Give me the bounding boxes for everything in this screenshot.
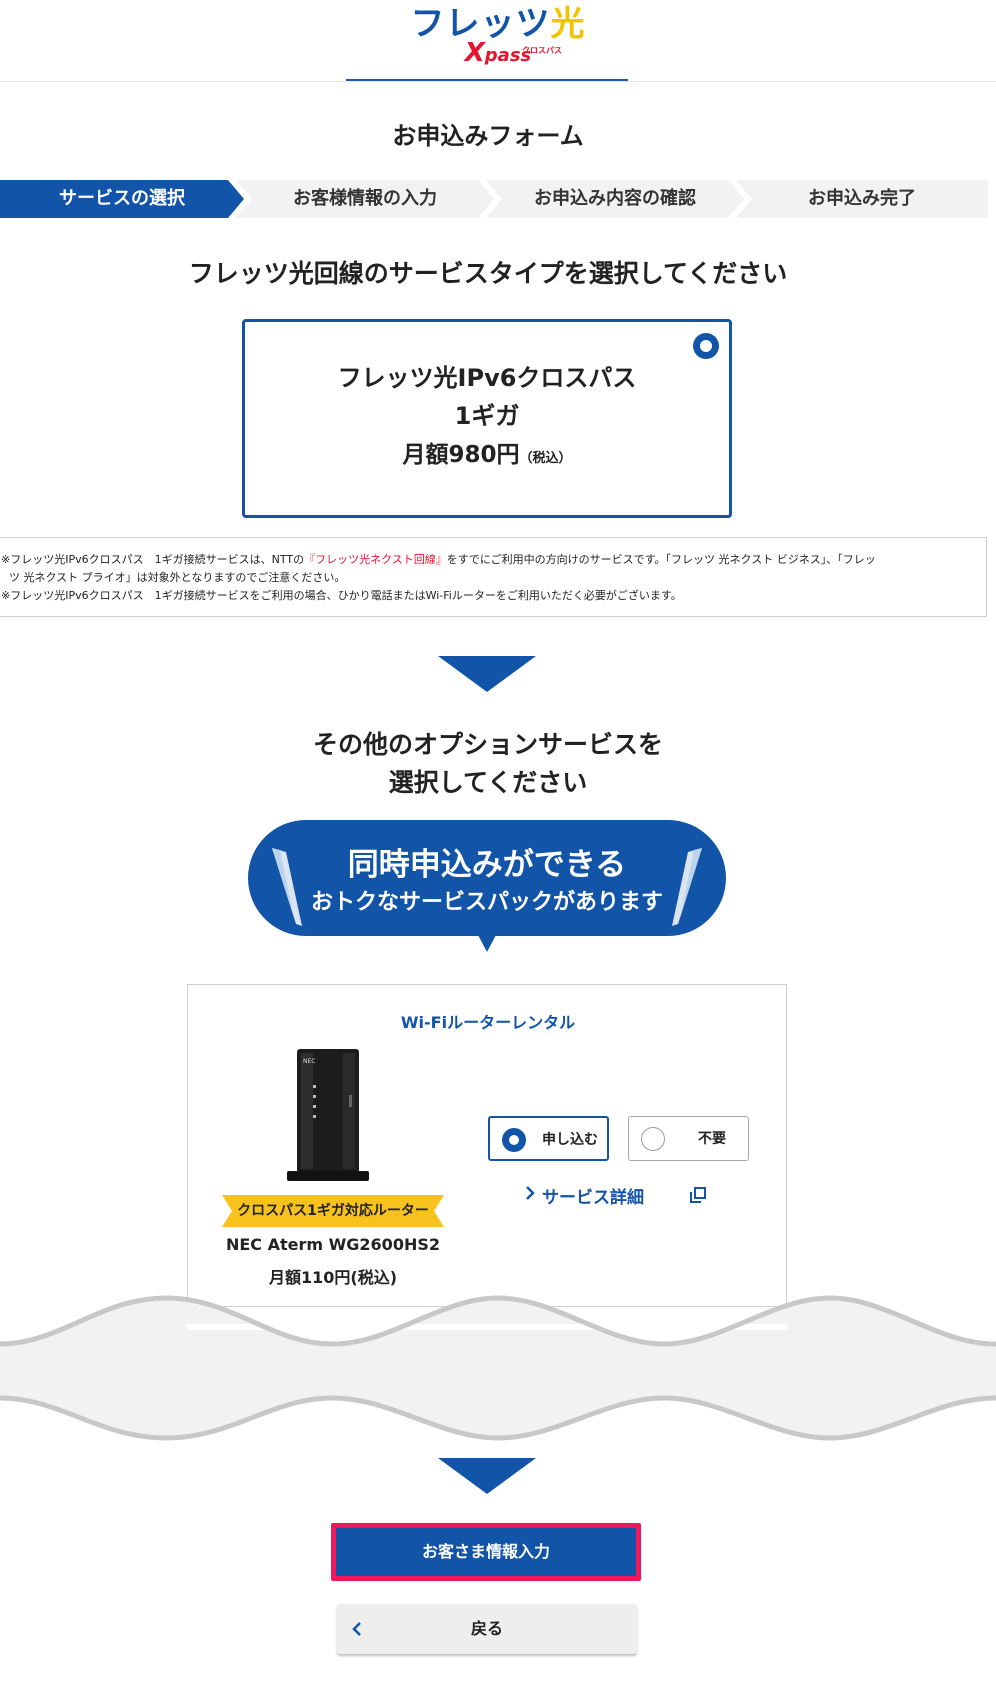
plan-speed: 1ギガ xyxy=(454,402,520,430)
header-underline xyxy=(346,79,628,81)
step-label: お客様情報の入力 xyxy=(293,188,437,209)
router-price: 月額110円(税込) xyxy=(268,1268,398,1287)
note-line: ※フレッツ光IPv6クロスパス 1ギガ接続サービスをご利用の場合、ひかり電話また… xyxy=(1,589,682,602)
plan-radio-selected-icon[interactable] xyxy=(693,333,719,359)
down-arrow-icon xyxy=(438,1458,536,1494)
plan-price: 月額980円（税込） xyxy=(402,442,572,468)
router-model: NEC Aterm WG2600HS2 xyxy=(225,1235,440,1254)
step-service-selection: サービスの選択 xyxy=(0,180,244,218)
apply-choice-button[interactable]: 申し込む xyxy=(488,1116,609,1161)
not-needed-choice-button[interactable]: 不要 xyxy=(628,1116,749,1161)
back-button[interactable]: 戻る xyxy=(337,1604,637,1654)
external-link-icon xyxy=(690,1187,706,1203)
site-header: フレッツ光 Xpass クロスパス xyxy=(0,0,996,82)
wifi-router-image: NEC xyxy=(287,1049,369,1181)
step-customer-info: お客様情報の入力 xyxy=(236,180,494,218)
router-badge-label: クロスパス1ギガ対応ルーター xyxy=(237,1203,429,1219)
step-label: サービスの選択 xyxy=(59,188,185,209)
note-line: ※フレッツ光IPv6クロスパス 1ギガ接続サービスは、NTTの『フレッツ光ネクス… xyxy=(1,553,876,566)
svg-text:NEC: NEC xyxy=(303,1058,315,1065)
radio-empty-icon xyxy=(641,1127,665,1151)
page-title: お申込みフォーム xyxy=(392,122,584,150)
radio-selected-icon xyxy=(502,1128,526,1152)
service-detail-link[interactable]: サービス詳細 xyxy=(526,1183,706,1208)
service-notes: ※フレッツ光IPv6クロスパス 1ギガ接続サービスは、NTTの『フレッツ光ネクス… xyxy=(0,537,987,617)
step-complete: お申込み完了 xyxy=(736,180,988,218)
logo-main-text: フレッツ光 xyxy=(410,4,586,44)
service-type-heading: フレッツ光回線のサービスタイプを選択してください xyxy=(188,259,788,288)
note-line: ツ 光ネクスト プライオ」は対象外となりますのでご注意ください。 xyxy=(9,571,346,584)
step-progress-bar: サービスの選択 お客様情報の入力 お申込み内容の確認 お申込み完了 xyxy=(0,180,988,218)
wavy-cutoff-divider xyxy=(0,1295,996,1441)
chevron-right-icon xyxy=(526,1186,535,1200)
flets-hikari-xpass-logo[interactable]: フレッツ光 Xpass クロスパス xyxy=(0,4,996,67)
step-confirm: お申込み内容の確認 xyxy=(486,180,744,218)
customer-info-input-button[interactable]: お客さま情報入力 xyxy=(331,1523,641,1581)
logo-sub-text: Xpass クロスパス xyxy=(464,38,562,68)
down-arrow-icon xyxy=(438,656,536,692)
bubble-subline: おトクなサービスパックがあります xyxy=(310,890,663,915)
plan-option-card[interactable]: フレッツ光IPv6クロスパス 1ギガ 月額980円（税込） xyxy=(242,319,732,518)
chevron-left-icon xyxy=(352,1622,361,1636)
step-label: お申込み内容の確認 xyxy=(534,188,696,209)
service-pack-bubble: 同時申込みができる おトクなサービスパックがあります xyxy=(246,818,728,952)
option-service-heading: その他のオプションサービスを 選択してください xyxy=(312,730,663,797)
step-label: お申込み完了 xyxy=(808,188,916,209)
plan-name: フレッツ光IPv6クロスパス xyxy=(337,364,637,392)
next-line-link[interactable]: 『フレッツ光ネクスト回線』 xyxy=(304,553,447,566)
wifi-router-option-card: Wi-Fiルーターレンタル NEC クロスパス1ギガ対応ルーター NEC Ate… xyxy=(187,984,787,1307)
bubble-headline: 同時申込みができる xyxy=(347,847,627,883)
option-title: Wi-Fiルーターレンタル xyxy=(400,1013,576,1032)
